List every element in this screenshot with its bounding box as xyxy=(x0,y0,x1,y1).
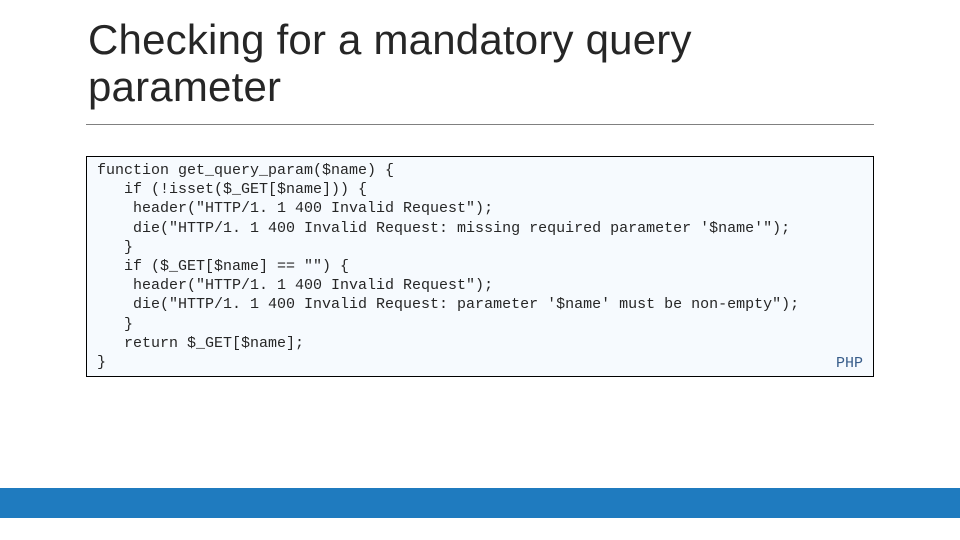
slide-title: Checking for a mandatory query parameter xyxy=(88,16,868,110)
footer-accent-bar xyxy=(0,488,960,518)
slide: Checking for a mandatory query parameter… xyxy=(0,0,960,540)
code-block: function get_query_param($name) { if (!i… xyxy=(86,156,874,377)
title-underline xyxy=(86,124,874,125)
code-language-label: PHP xyxy=(836,354,863,373)
code-content: function get_query_param($name) { if (!i… xyxy=(97,162,799,371)
